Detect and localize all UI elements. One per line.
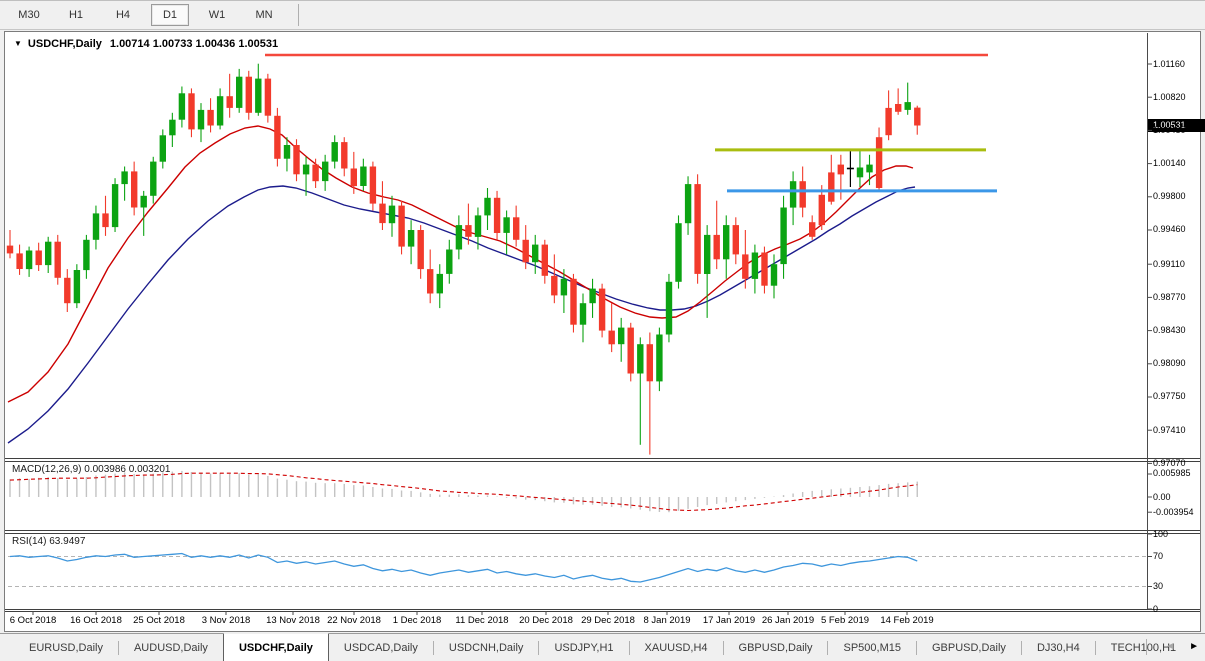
tab-dj30-h4-10[interactable]: DJ30,H4 <box>1022 634 1095 661</box>
date-tick-label: 6 Oct 2018 <box>10 615 56 626</box>
date-tick-label: 22 Nov 2018 <box>327 615 381 626</box>
tab-audusd-daily-1[interactable]: AUDUSD,Daily <box>119 634 223 661</box>
tab-gbpusd-daily-9[interactable]: GBPUSD,Daily <box>917 634 1021 661</box>
price-tick-label: 1.00820 <box>1153 92 1186 102</box>
chart-tab-bar: EURUSD,DailyAUDUSD,DailyUSDCHF,DailyUSDC… <box>0 633 1205 661</box>
rsi-axis-label: 100 <box>1153 529 1168 539</box>
price-tick-label: 0.98430 <box>1153 325 1186 335</box>
tab-eurusd-daily-0[interactable]: EURUSD,Daily <box>14 634 118 661</box>
date-tick-label: 17 Jan 2019 <box>703 615 755 626</box>
date-tick-label: 3 Nov 2018 <box>202 615 251 626</box>
period-button-D1[interactable]: D1 <box>151 4 189 26</box>
rsi-value: 63.9497 <box>49 536 85 547</box>
tab-usdcad-daily-3[interactable]: USDCAD,Daily <box>329 634 433 661</box>
date-tick-label: 14 Feb 2019 <box>880 615 933 626</box>
price-tick-label: 0.97410 <box>1153 425 1186 435</box>
tab-scroll-left-icon[interactable]: ◄ <box>1165 642 1175 652</box>
price-tick-label: 0.99460 <box>1153 224 1186 234</box>
date-tick-label: 1 Dec 2018 <box>393 615 442 626</box>
date-tick-label: 8 Jan 2019 <box>643 615 690 626</box>
period-button-H4[interactable]: H4 <box>104 4 142 26</box>
price-tick-label: 0.97750 <box>1153 391 1186 401</box>
price-tick-label: 0.98090 <box>1153 358 1186 368</box>
price-tick-label: 1.01160 <box>1153 59 1185 69</box>
macd-axis-label: 0.00 <box>1153 492 1171 502</box>
date-tick-label: 26 Jan 2019 <box>762 615 814 626</box>
rsi-axis-label: 30 <box>1153 581 1163 591</box>
macd-axis-label: -0.003954 <box>1153 507 1194 517</box>
chart-dropdown-icon[interactable]: ▼ <box>14 39 22 48</box>
date-tick-label: 16 Oct 2018 <box>70 615 122 626</box>
tab-xauusd-h4-6[interactable]: XAUUSD,H4 <box>630 634 723 661</box>
period-button-MN[interactable]: MN <box>245 4 283 26</box>
price-tick-label: 0.99800 <box>1153 191 1186 201</box>
rsi-axis-label: 0 <box>1153 604 1158 614</box>
tab-sp500-m15-8[interactable]: SP500,M15 <box>828 634 915 661</box>
timeframe-toolbar: M30 H1 H4 D1 W1 MN <box>0 0 1205 30</box>
period-button-M30[interactable]: M30 <box>10 4 48 26</box>
tab-scroll-right-icon[interactable]: ► <box>1189 642 1199 652</box>
tab-usdjpy-h1-5[interactable]: USDJPY,H1 <box>539 634 628 661</box>
price-tick-label: 0.97070 <box>1153 458 1186 468</box>
macd-name: MACD(12,26,9) <box>12 464 81 475</box>
tab-gbpusd-daily-7[interactable]: GBPUSD,Daily <box>724 634 828 661</box>
price-tick-label: 0.99110 <box>1153 259 1185 269</box>
date-tick-label: 11 Dec 2018 <box>455 615 508 626</box>
chart-symbol-label: USDCHF,Daily <box>28 38 102 50</box>
chart-ohlc-values: 1.00714 1.00733 1.00436 1.00531 <box>110 38 278 50</box>
date-tick-label: 13 Nov 2018 <box>266 615 320 626</box>
price-tick-label: 0.98770 <box>1153 292 1186 302</box>
mt4-application: M30 H1 H4 D1 W1 MN ▼ USDCHF,Daily 1.00714 1.007… <box>0 0 1205 661</box>
macd-signal-value: 0.003201 <box>129 464 171 475</box>
panel-splitter-rsi[interactable] <box>5 530 1200 534</box>
tab-usdchf-daily-2[interactable]: USDCHF,Daily <box>223 633 329 661</box>
macd-main-value: 0.003986 <box>84 464 126 475</box>
panel-splitter-macd[interactable] <box>5 458 1200 462</box>
price-tick-label: 1.00140 <box>1153 158 1186 168</box>
chart-header: ▼ USDCHF,Daily 1.00714 1.00733 1.00436 1.0… <box>14 38 278 50</box>
toolbar-separator <box>298 4 299 26</box>
rsi-axis-label: 70 <box>1153 551 1163 561</box>
period-button-H1[interactable]: H1 <box>57 4 95 26</box>
period-button-W1[interactable]: W1 <box>198 4 236 26</box>
rsi-name: RSI(14) <box>12 536 46 547</box>
date-tick-label: 25 Oct 2018 <box>133 615 185 626</box>
date-tick-label: 20 Dec 2018 <box>519 615 573 626</box>
macd-label: MACD(12,26,9) 0.003986 0.003201 <box>12 464 170 475</box>
price-tick-label: 1.00480 <box>1153 125 1186 135</box>
macd-axis-label: 0.005985 <box>1153 468 1191 478</box>
tab-usdcnh-daily-4[interactable]: USDCNH,Daily <box>434 634 539 661</box>
rsi-label: RSI(14) 63.9497 <box>12 536 85 547</box>
chart-plot-area[interactable] <box>8 33 1146 458</box>
tab-arrow-separator <box>1146 639 1147 655</box>
tab-scroll-arrows: ◄ ► <box>1146 634 1199 660</box>
date-tick-label: 5 Feb 2019 <box>821 615 869 626</box>
date-tick-label: 29 Dec 2018 <box>581 615 635 626</box>
